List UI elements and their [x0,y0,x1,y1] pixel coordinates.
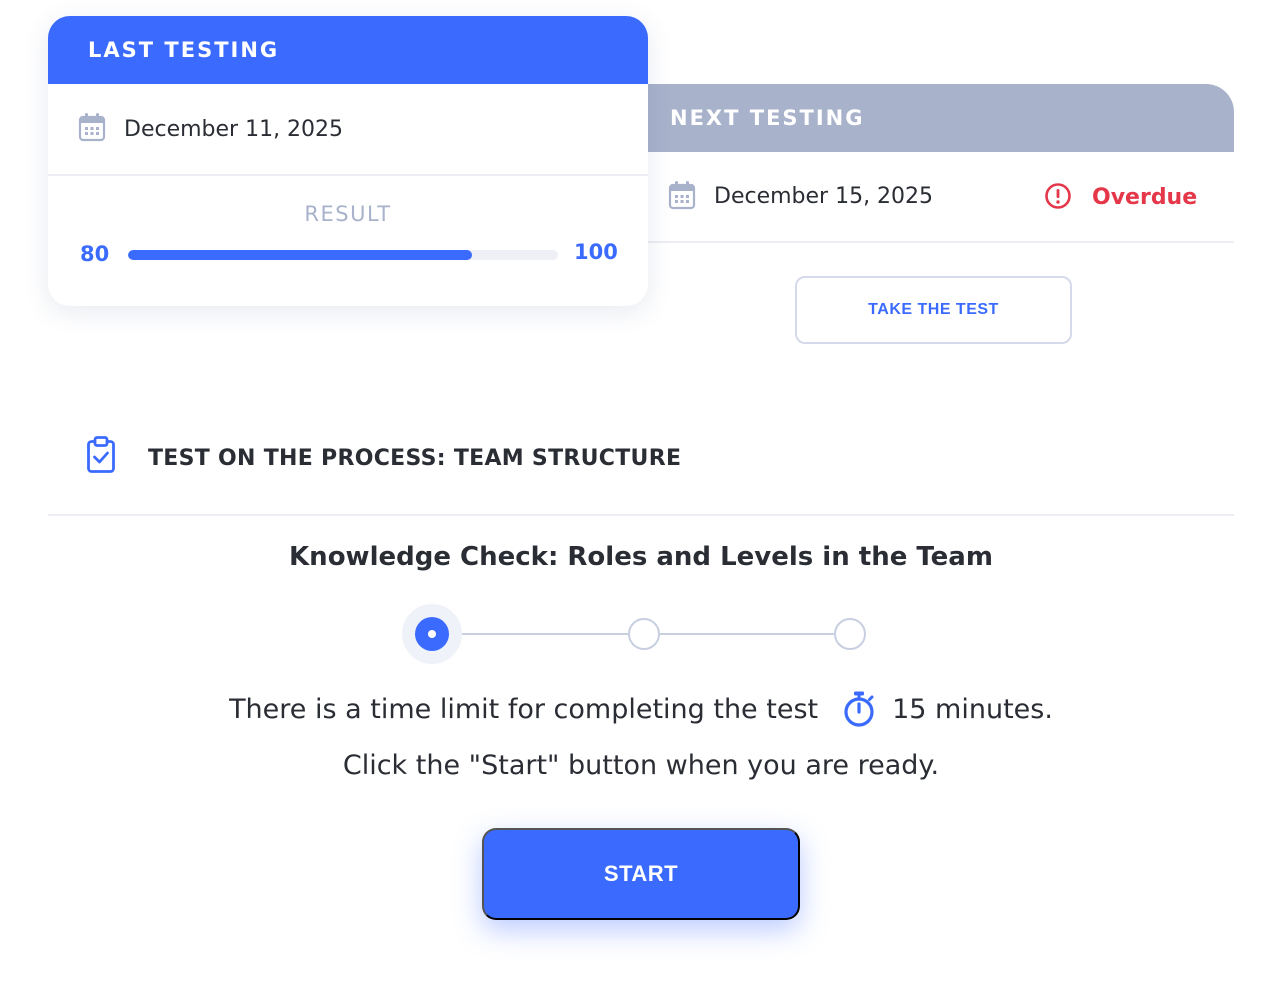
alert-circle-icon [1044,182,1072,214]
step-dot [428,630,436,638]
time-limit-line: There is a time limit for completing the… [0,690,1282,728]
result-progress-fill [128,250,472,260]
calendar-icon [668,180,696,214]
test-header: TEST ON THE PROCESS: TEAM STRUCTURE [48,420,1234,516]
result-label: RESULT [304,202,392,226]
time-limit-text: There is a time limit for completing the… [229,693,819,725]
next-testing-title: NEXT TESTING [670,106,865,130]
last-testing-card: LAST TESTING December 11, 2025 RESULT 80… [48,16,648,306]
next-testing-date-row: December 15, 2025 Overdue [648,152,1234,243]
take-the-test-button[interactable]: TAKE THE TEST [795,276,1072,344]
clipboard-check-icon [86,436,116,478]
result-progress-bar [128,250,558,260]
result-score: 80 [80,242,110,266]
calendar-icon [78,112,106,146]
next-testing-card: NEXT TESTING December 15, 2025 Overdue [648,84,1234,244]
stopwatch-icon [842,690,876,728]
last-testing-date-row: December 11, 2025 [48,84,648,176]
step-progress [400,602,870,666]
time-limit-value: 15 minutes. [892,693,1053,725]
last-testing-date: December 11, 2025 [124,116,344,142]
start-button[interactable]: START [482,828,800,920]
overdue-label: Overdue [1092,185,1198,210]
knowledge-check-title: Knowledge Check: Roles and Levels in the… [289,542,993,572]
step-connector [462,633,628,635]
start-instruction: Click the "Start" button when you are re… [342,750,940,781]
step-connector [660,633,834,635]
step-1-current [415,617,449,651]
overdue-status: Overdue [1044,152,1197,243]
next-testing-date: December 15, 2025 [714,184,934,209]
last-testing-title: LAST TESTING [88,38,280,62]
test-title: TEST ON THE PROCESS: TEAM STRUCTURE [148,446,682,471]
next-testing-header: NEXT TESTING [648,84,1234,152]
last-testing-header: LAST TESTING [48,16,648,84]
step-3 [834,618,866,650]
result-max-score: 100 [574,240,618,264]
step-2 [628,618,660,650]
